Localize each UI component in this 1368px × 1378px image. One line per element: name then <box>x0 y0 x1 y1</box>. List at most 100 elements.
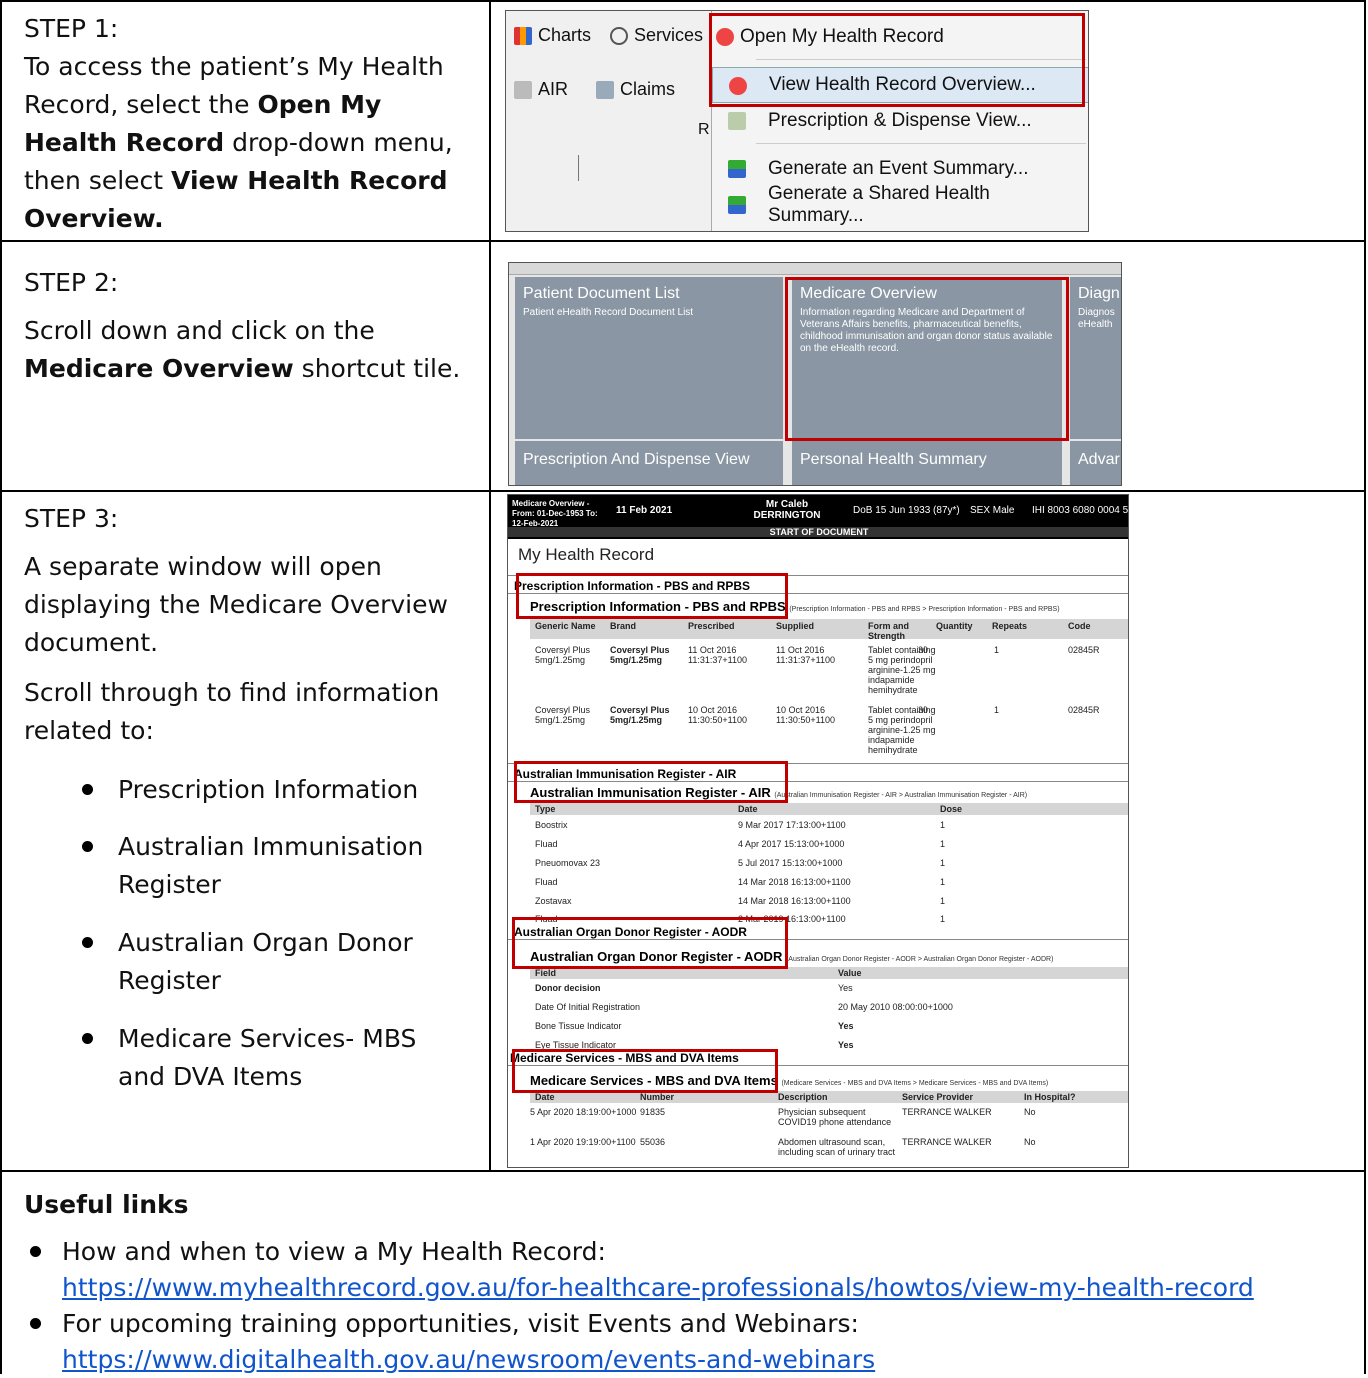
table-cell: 14 Mar 2018 16:13:00+1100 <box>738 877 851 887</box>
tile-personal-health-summary[interactable]: Personal Health Summary <box>792 441 1062 485</box>
table-cell: Yes <box>838 1040 854 1050</box>
bullet-dot <box>82 937 93 948</box>
toolbar-charts[interactable]: Charts <box>514 25 591 46</box>
step-3: STEP 3: A separate window will open disp… <box>24 500 474 750</box>
bullet-item: Medicare Services- MBS and DVA Items <box>82 1020 458 1096</box>
step-text: A separate window will open displaying t… <box>24 552 448 657</box>
tile-desc: Patient eHealth Record Document List <box>523 307 694 318</box>
step-text: shortcut tile. <box>293 354 461 383</box>
link-view-my-health-record[interactable]: https://www.myhealthrecord.gov.au/for-he… <box>62 1270 1254 1306</box>
scroll-edge <box>509 263 1121 275</box>
header-start: START OF DOCUMENT <box>508 527 1128 537</box>
column-header: Description <box>778 1092 828 1102</box>
toolbar-claims[interactable]: Claims <box>596 79 675 100</box>
column-header: Type <box>535 804 556 814</box>
menu-generate-shared-health-summary[interactable]: Generate a Shared Health Summary... <box>712 183 1088 226</box>
tile-title: Prescription And Dispense View <box>523 451 750 468</box>
link-events-and-webinars[interactable]: https://www.digitalhealth.gov.au/newsroo… <box>62 1342 875 1378</box>
tile-title: Advar <box>1078 451 1120 468</box>
tile-desc: Diagnos eHealth <box>1078 307 1115 330</box>
table-cell: Fluad <box>535 877 558 887</box>
toolbar-label: Claims <box>620 79 676 99</box>
table-cell: 14 Mar 2018 16:13:00+1100 <box>738 896 851 906</box>
toolbar-services[interactable]: Services <box>610 25 703 46</box>
toolbar-label: Services <box>634 25 704 45</box>
step-1: STEP 1: To access the patient’s My Healt… <box>24 10 474 238</box>
table-cell: Coversyl Plus 5mg/1.25mg <box>610 705 670 725</box>
globe-icon <box>610 26 628 45</box>
table-cell: Bone Tissue Indicator <box>535 1021 622 1031</box>
breadcrumb: (Prescription Information - PBS and RPBS… <box>789 606 1060 613</box>
screenshot-menu: Charts Services AIR Claims R Open My Hea… <box>505 10 1089 232</box>
table-cell: No <box>1024 1137 1036 1147</box>
table-cell: Physician subsequent COVID19 phone atten… <box>778 1107 892 1127</box>
tile-title: Patient Document List <box>523 285 680 302</box>
table-cell: 5 Apr 2020 18:19:00+1000 <box>530 1107 637 1117</box>
column-header: In Hospital? <box>1024 1092 1076 1102</box>
step-text: Scroll through to find information relat… <box>24 678 440 745</box>
tile-title: Personal Health Summary <box>800 451 987 468</box>
column-header: Brand <box>610 621 637 631</box>
menu-prescription-dispense-view[interactable]: Prescription & Dispense View... <box>712 103 1088 139</box>
bullet-item: Australian Immunisation Register <box>82 828 458 904</box>
tile-prescription-dispense-view[interactable]: Prescription And Dispense View <box>515 441 783 485</box>
header-ihi: IHI 8003 6080 0004 59 <box>1032 505 1129 516</box>
table-cell: 5 Jul 2017 15:13:00+1000 <box>738 858 843 868</box>
table-cell: 11 Oct 2016 11:31:37+1100 <box>688 645 747 665</box>
tile-title: Diagn <box>1078 285 1120 302</box>
menu-item-label: Generate a Shared Health Summary... <box>768 183 990 226</box>
document-header: Medicare Overview - From: 01-Dec-1953 To… <box>508 495 1129 539</box>
table-cell: Date Of Initial Registration <box>535 1002 641 1012</box>
toolbar-air[interactable]: AIR <box>514 79 568 100</box>
tile-patient-document-list[interactable]: Patient Document List Patient eHealth Rec… <box>515 277 783 439</box>
highlight-box <box>512 1049 778 1093</box>
table-border <box>1364 0 1366 1374</box>
breadcrumb: (Australian Immunisation Register - AIR … <box>774 792 1028 799</box>
column-header: Date <box>738 804 758 814</box>
table-cell: No <box>1024 1107 1036 1117</box>
useful-links-heading: Useful links <box>24 1190 189 1219</box>
table-cell: 1 <box>940 896 946 906</box>
link-description: For upcoming training opportunities, vis… <box>62 1309 859 1338</box>
table-border <box>0 240 1366 242</box>
menu-separator <box>756 143 1086 144</box>
table-cell: Boostrix <box>535 820 568 830</box>
tile-advance-care[interactable]: Advar <box>1070 441 1121 485</box>
bullet-dot <box>30 1246 41 1257</box>
table-cell: Donor decision <box>535 983 601 993</box>
document-title: My Health Record <box>518 545 655 564</box>
highlight-box <box>785 277 1069 441</box>
table-header: Type Date Dose <box>530 803 1128 815</box>
table-cell: 02845R <box>1068 705 1100 715</box>
bullet-text: Australian Organ Donor Register <box>118 928 413 995</box>
column-header: Generic Name <box>535 621 596 631</box>
header-doc: Medicare Overview - From: 01-Dec-1953 To… <box>512 499 598 528</box>
step-label: STEP 3: <box>24 504 119 533</box>
highlight-box <box>516 573 788 619</box>
table-cell: 20 May 2010 08:00:00+1000 <box>838 1002 953 1012</box>
table-cell: Coversyl Plus 5mg/1.25mg <box>535 705 591 725</box>
bullet-text: Medicare Services- MBS and DVA Items <box>118 1024 417 1091</box>
column-header: Prescribed <box>688 621 735 631</box>
screenshot-medicare-overview: Medicare Overview - From: 01-Dec-1953 To… <box>507 494 1129 1168</box>
tile-diagnostics[interactable]: Diagn Diagnos eHealth <box>1070 277 1121 439</box>
link-item: For upcoming training opportunities, vis… <box>30 1306 875 1378</box>
table-cell: Zostavax <box>535 896 572 906</box>
chart-icon <box>514 26 532 45</box>
toolbar-label: Charts <box>538 25 592 45</box>
header-date: 11 Feb 2021 <box>616 505 673 516</box>
table-cell: 30 <box>918 645 929 655</box>
table-cell: 4 Apr 2017 15:13:00+1000 <box>738 839 845 849</box>
bullet-item: Prescription Information <box>82 771 418 809</box>
table-cell: 9 Mar 2017 17:13:00+1100 <box>738 820 846 830</box>
column-header: Value <box>838 968 862 978</box>
table-cell: 30 <box>918 705 929 715</box>
table-header: Generic Name Brand Prescribed Supplied F… <box>530 619 1128 641</box>
column-header: Supplied <box>776 621 814 631</box>
table-cell: 1 <box>940 877 946 887</box>
menu-generate-event-summary[interactable]: Generate an Event Summary... <box>712 151 1088 187</box>
table-cell: 1 <box>994 645 1000 655</box>
table-border <box>0 0 2 1374</box>
header-patient: Mr Caleb DERRINGTON <box>753 499 821 521</box>
column-header: Number <box>640 1092 675 1102</box>
